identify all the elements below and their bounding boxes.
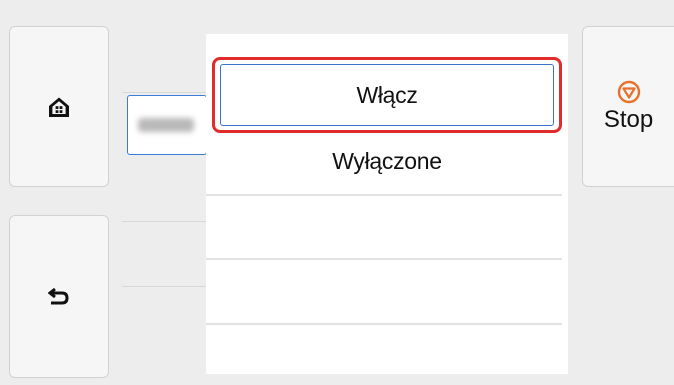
background-divider xyxy=(122,221,210,222)
printer-touch-screen: Włącz Wyłączone Stop xyxy=(0,0,674,385)
background-setting-field xyxy=(127,95,207,155)
background-divider xyxy=(122,92,210,93)
back-button[interactable] xyxy=(9,215,109,378)
home-button[interactable] xyxy=(9,26,109,187)
background-divider xyxy=(122,286,210,287)
stop-icon xyxy=(617,80,640,103)
option-label: Włącz xyxy=(356,81,418,108)
home-icon xyxy=(49,97,69,117)
list-separator xyxy=(206,194,562,196)
list-separator xyxy=(206,323,562,325)
back-icon xyxy=(48,287,69,304)
option-label: Wyłączone xyxy=(332,147,442,174)
stop-button[interactable]: Stop xyxy=(582,26,674,187)
blurred-setting-value xyxy=(138,118,194,132)
stop-label: Stop xyxy=(603,105,654,133)
list-separator xyxy=(206,258,562,260)
option-list-popup: Włącz Wyłączone xyxy=(206,34,568,374)
option-wlacz[interactable]: Włącz xyxy=(212,57,562,133)
option-wylaczone[interactable]: Wyłączone xyxy=(220,132,554,190)
